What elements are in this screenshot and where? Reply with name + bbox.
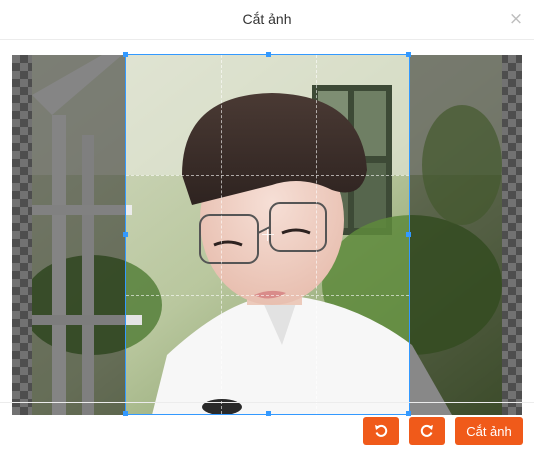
crop-handle-top-right[interactable] — [406, 52, 411, 57]
rotate-right-button[interactable] — [409, 417, 445, 445]
crop-handle-right[interactable] — [406, 232, 411, 237]
crop-handle-bottom-left[interactable] — [123, 411, 128, 416]
crop-mask-left — [12, 55, 125, 415]
close-icon[interactable]: × — [508, 9, 524, 29]
crop-image-dialog: Cắt ảnh × Cắt ảnh — [0, 0, 534, 458]
crop-guide-vertical — [316, 55, 317, 414]
crop-selection-box[interactable] — [123, 52, 411, 416]
rotate-right-icon — [420, 424, 433, 437]
crop-button[interactable]: Cắt ảnh — [455, 417, 523, 445]
crop-guide-horizontal — [126, 175, 409, 176]
rotate-left-button[interactable] — [363, 417, 399, 445]
crop-handle-top[interactable] — [266, 52, 271, 57]
crop-mask-right — [409, 55, 522, 415]
crop-handle-top-left[interactable] — [123, 52, 128, 57]
crop-handle-left[interactable] — [123, 232, 128, 237]
crop-handle-bottom-right[interactable] — [406, 411, 411, 416]
dialog-title: Cắt ảnh — [242, 11, 292, 27]
rotate-left-icon — [375, 424, 388, 437]
crop-guide-horizontal — [126, 295, 409, 296]
crop-handle-bottom[interactable] — [266, 411, 271, 416]
footer-divider — [0, 402, 534, 403]
dialog-header: Cắt ảnh × — [0, 0, 534, 40]
crop-guide-vertical — [221, 55, 222, 414]
crop-center-marker — [262, 229, 274, 241]
